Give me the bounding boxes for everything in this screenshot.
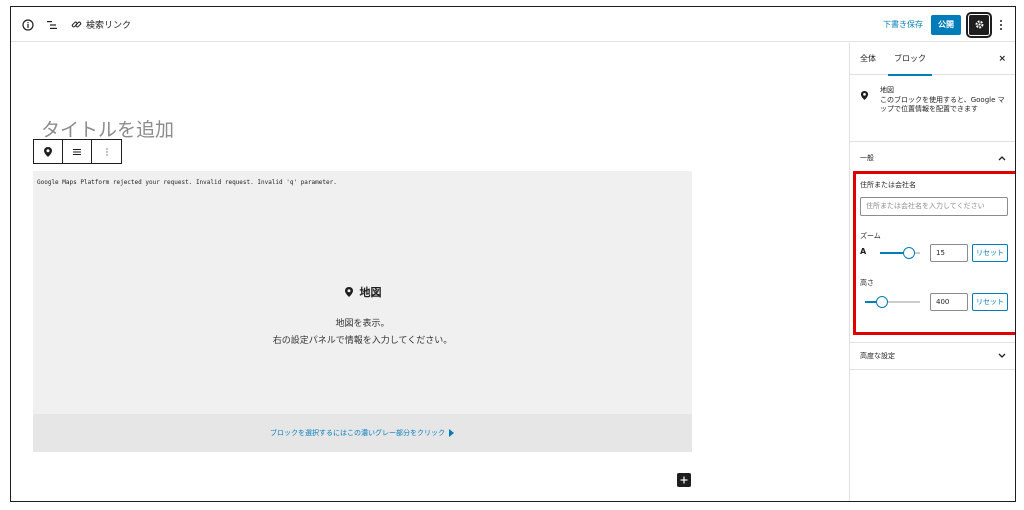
add-block-button[interactable] (677, 473, 691, 487)
map-pin-icon (344, 287, 353, 297)
map-heading-text: 地図 (359, 286, 382, 299)
zoom-slider-thumb[interactable] (903, 247, 915, 259)
map-error-message: Google Maps Platform rejected your reque… (37, 179, 337, 186)
block-card-title: 地図 (880, 86, 894, 94)
link-icon (69, 18, 83, 32)
block-card-description: このブロックを使用すると、Google マップで位置情報を配置できます (880, 96, 1005, 113)
sidebar-tabs: 全体 ブロック × (850, 43, 1015, 76)
info-icon[interactable] (21, 18, 35, 32)
settings-sidebar: 全体 ブロック × 地図 このブロックを使用すると、Google マップで位置情… (849, 43, 1015, 501)
block-options-button[interactable] (92, 140, 121, 163)
advanced-panel-toggle[interactable]: 高度な設定 (850, 342, 1015, 370)
tab-block[interactable]: ブロック (888, 43, 932, 76)
advanced-panel-label: 高度な設定 (860, 352, 895, 360)
map-pin-icon (44, 146, 52, 157)
close-sidebar-button[interactable]: × (998, 43, 1006, 75)
editor-frame: 検索リンク 下書き保存 公開 タイトルを追加 Google Maps Platf… (10, 6, 1016, 502)
general-panel-label: 一般 (860, 154, 874, 162)
map-pin-icon (860, 86, 869, 105)
post-title-input[interactable]: タイトルを追加 (41, 115, 174, 142)
search-link-button[interactable]: 検索リンク (69, 18, 131, 32)
map-description-1: 地図を表示。 (335, 319, 390, 329)
more-options-icon[interactable] (997, 17, 1005, 33)
chevron-up-icon (998, 156, 1006, 161)
map-footer-text: ブロックを選択するにはこの濃いグレー部分をクリック (270, 429, 445, 437)
address-input[interactable]: 住所または会社名を入力してください (860, 197, 1008, 216)
tab-document[interactable]: 全体 (860, 43, 876, 75)
height-control: 400 リセット (860, 293, 1010, 311)
toolbar-right: 下書き保存 公開 (883, 7, 1005, 42)
plus-icon (680, 476, 688, 484)
save-draft-button[interactable]: 下書き保存 (883, 19, 923, 30)
align-icon (73, 148, 81, 155)
height-label: 高さ (860, 279, 874, 287)
zoom-number-input[interactable]: 15 (930, 244, 968, 262)
general-panel-toggle[interactable]: 一般 (850, 145, 1015, 171)
block-type-button[interactable] (34, 140, 63, 163)
height-slider-thumb[interactable] (876, 296, 888, 308)
map-block[interactable]: Google Maps Platform rejected your reque… (33, 171, 692, 452)
zoom-control: A 15 リセット (860, 244, 1010, 262)
list-view-icon[interactable] (45, 18, 59, 32)
search-link-label: 検索リンク (86, 21, 132, 31)
top-toolbar: 検索リンク 下書き保存 公開 (11, 7, 1015, 42)
height-reset-button[interactable]: リセット (972, 293, 1008, 311)
block-card: 地図 このブロックを使用すると、Google マップで位置情報を配置できます (850, 76, 1015, 142)
address-label: 住所または会社名 (860, 181, 916, 189)
map-select-area[interactable]: ブロックを選択するにはこの濃いグレー部分をクリック (33, 414, 692, 452)
zoom-label: ズーム (860, 232, 881, 240)
map-description-2: 右の設定パネルで情報を入力してください。 (272, 336, 453, 346)
align-button[interactable] (63, 140, 92, 163)
cursor-icon (449, 429, 454, 437)
editor-canvas: タイトルを追加 Google Maps Platform rejected yo… (11, 43, 849, 501)
gear-icon (975, 20, 983, 29)
zoom-reset-button[interactable]: リセット (972, 244, 1008, 262)
map-placeholder: 地図 地図を表示。 右の設定パネルで情報を入力してください。 (33, 283, 692, 346)
block-toolbar (33, 139, 122, 164)
publish-button[interactable]: 公開 (931, 14, 961, 35)
chevron-down-icon (998, 353, 1006, 358)
height-number-input[interactable]: 400 (930, 293, 968, 311)
map-heading: 地図 (344, 284, 382, 300)
toolbar-left: 検索リンク (21, 7, 131, 42)
more-vertical-icon (105, 147, 108, 156)
settings-button[interactable] (966, 11, 992, 38)
zoom-icon: A (860, 247, 867, 256)
